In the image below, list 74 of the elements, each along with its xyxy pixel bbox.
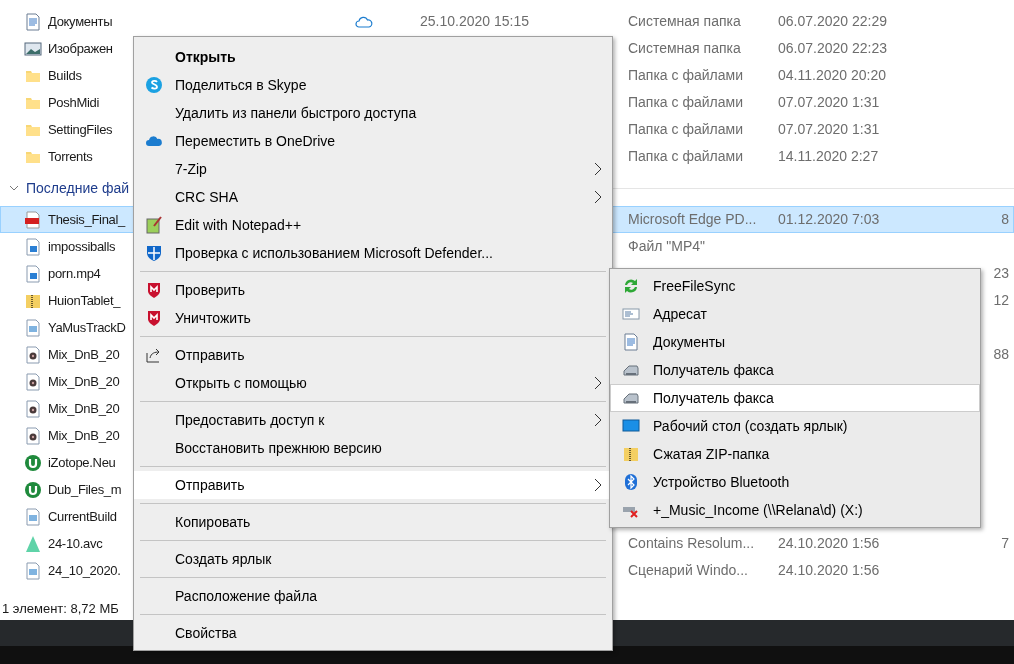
file-name: porn.mp4 — [48, 264, 101, 283]
file-date: 04.11.2020 20:20 — [778, 67, 886, 83]
file-date: 01.12.2020 7:03 — [778, 211, 880, 227]
menu-label: Уничтожить — [175, 308, 251, 328]
file-name: Mix_DnB_20 — [48, 372, 120, 391]
file-size: 23 — [993, 264, 1009, 283]
menu-label: Получатель факса — [653, 360, 774, 380]
menu-label: Сжатая ZIP-папка — [653, 444, 770, 464]
menu-label: Адресат — [653, 304, 707, 324]
file-date: 06.07.2020 22:29 — [778, 13, 887, 29]
menu-label: Рабочий стол (создать ярлык) — [653, 416, 848, 436]
file-name: impossiballs — [48, 237, 116, 256]
file-name: YaMusTrackD — [48, 318, 126, 337]
menu-label: Получатель факса — [653, 388, 774, 408]
file-name: Изображен — [48, 39, 113, 58]
file-date: 14.11.2020 2:27 — [778, 148, 879, 164]
file-type: Папка с файлами — [628, 94, 743, 110]
menu-label: Документы — [653, 332, 726, 352]
menu-label: Создать ярлык — [175, 549, 272, 569]
menu-label: +_Music_Income (\\Relana\d) (X:) — [653, 500, 863, 520]
file-date: 24.10.2020 1:56 — [778, 535, 880, 551]
menu-label: Отправить — [175, 345, 245, 365]
file-type: Системная папка — [628, 40, 741, 56]
file-name: Dub_Files_m — [48, 480, 122, 499]
file-size: 7 — [1001, 534, 1009, 553]
file-name: iZotope.Neu — [48, 453, 116, 472]
menu-label: Edit with Notepad++ — [175, 215, 302, 235]
status-text: 1 элемент: 8,72 МБ — [2, 600, 119, 619]
menu-label: Предоставить доступ к — [175, 410, 325, 430]
file-size: 12 — [993, 291, 1009, 310]
menu-label: Удалить из панели быстрого доступа — [175, 103, 417, 123]
file-date: 07.07.2020 1:31 — [778, 121, 880, 137]
menu-label: Проверка с использованием Microsoft Defender... — [175, 243, 493, 263]
menu-label: 7-Zip — [175, 159, 207, 179]
file-type: Папка с файлами — [628, 121, 743, 137]
file-size: 8 — [1001, 210, 1009, 229]
menu-label: Поделиться в Skype — [175, 75, 307, 95]
menu-label: Открыть — [175, 47, 236, 67]
menu-label: Копировать — [175, 512, 251, 532]
file-type: Папка с файлами — [628, 148, 743, 164]
file-name: CurrentBuild — [48, 507, 117, 526]
menu-label: Проверить — [175, 280, 245, 300]
file-type: Contains Resolum... — [628, 535, 755, 551]
menu-label: Переместить в OneDrive — [175, 131, 336, 151]
file-name: HuionTablet_ — [48, 291, 121, 310]
file-type: Файл "MP4" — [628, 238, 706, 254]
file-date: 06.07.2020 22:23 — [778, 40, 887, 56]
file-name: Mix_DnB_20 — [48, 345, 120, 364]
menu-label: CRC SHA — [175, 187, 238, 207]
menu-label: Устройство Bluetooth — [653, 472, 790, 492]
menu-label: Свойства — [175, 623, 237, 643]
file-name: SettingFiles — [48, 120, 113, 139]
file-name: Builds — [48, 66, 82, 85]
file-type: Сценарий Windo... — [628, 562, 748, 578]
file-date: 07.07.2020 1:31 — [778, 94, 880, 110]
file-size: 88 — [993, 345, 1009, 364]
file-name: Torrents — [48, 147, 93, 166]
file-name: 24_10_2020. — [48, 561, 121, 580]
modified-date: 25.10.2020 15:15 — [420, 13, 529, 29]
file-name: 24-10.avc — [48, 534, 103, 553]
menu-label: Восстановить прежнюю версию — [175, 438, 382, 458]
file-type: Папка с файлами — [628, 67, 743, 83]
menu-label: Расположение файла — [175, 586, 318, 606]
menu-label: Открыть с помощью — [175, 373, 307, 393]
menu-label: FreeFileSync — [653, 276, 736, 296]
file-type: Microsoft Edge PD... — [628, 211, 757, 227]
file-date: 24.10.2020 1:56 — [778, 562, 880, 578]
file-name: Mix_DnB_20 — [48, 426, 120, 445]
file-name: Thesis_Final_ — [48, 210, 126, 229]
file-name: PoshMidi — [48, 93, 100, 112]
file-type: Системная папка — [628, 13, 741, 29]
menu-label: Отправить — [175, 475, 245, 495]
file-name: Mix_DnB_20 — [48, 399, 120, 418]
file-name: Документы — [48, 12, 113, 31]
